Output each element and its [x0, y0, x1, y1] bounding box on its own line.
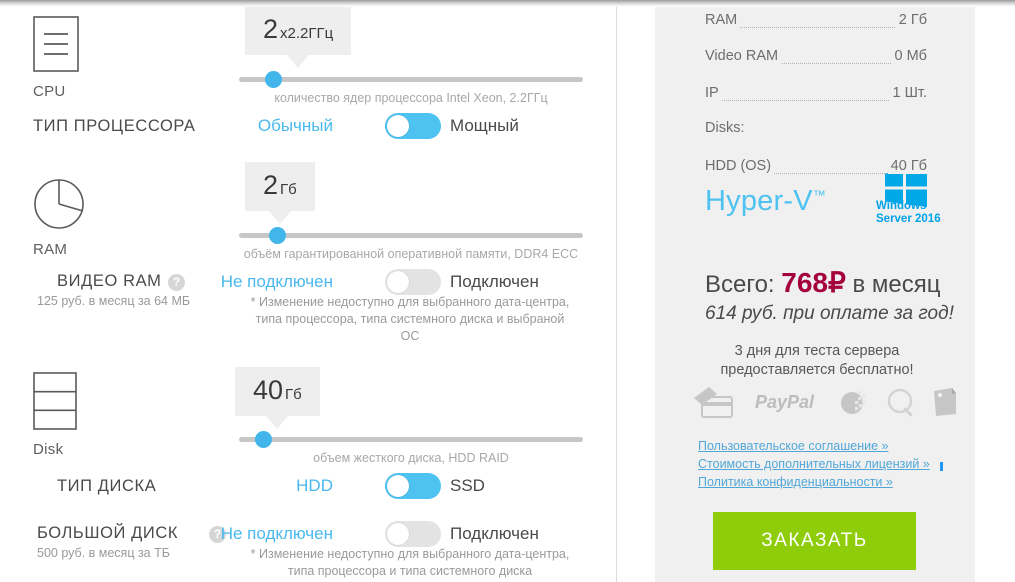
cpu-slider-track[interactable]	[239, 77, 583, 82]
spec-name: RAM	[705, 12, 741, 28]
disk-stack-icon	[33, 372, 190, 435]
ram-slider-knob[interactable]	[268, 227, 286, 244]
ram-value-bubble: 2 Гб	[245, 162, 315, 224]
big-disk-restriction-note: * Изменение недоступно для выбранного да…	[250, 547, 570, 578]
cpu-toggle-knob[interactable]	[387, 115, 409, 137]
disk-value-bubble: 40 Гб	[235, 367, 320, 429]
cpu-bubble-value: 2	[263, 14, 279, 44]
cpu-bubble-unit: x2.2ГГц	[280, 25, 334, 42]
legal-links[interactable]: Пользовательское соглашение » Стоимость д…	[698, 437, 930, 491]
pane-divider	[616, 0, 617, 582]
spec-row: IP 1 Шт.	[705, 85, 927, 105]
cpu-slider-knob[interactable]	[265, 71, 283, 88]
disk-slider-hint: объем жесткого диска, HDD RAID	[313, 451, 509, 465]
cpu-icon-label: CPU	[33, 83, 66, 100]
big-disk-label: БОЛЬШОЙ ДИСК	[37, 524, 179, 542]
disk-size-slider[interactable]	[239, 431, 583, 448]
cpu-chip-icon	[33, 16, 190, 77]
ram-size-slider[interactable]	[239, 227, 583, 244]
spec-row: RAM 2 Гб	[705, 12, 927, 32]
free-trial-note: 3 дня для теста сервера предоставляется …	[683, 342, 951, 380]
spec-name: Video RAM	[705, 48, 782, 64]
configurator-left-pane: CPU 2 x2.2ГГц количество ядер процессора …	[0, 0, 616, 582]
disk-type-label: ТИП ДИСКА	[57, 477, 157, 495]
disk-toggle-left-label[interactable]: HDD	[296, 476, 333, 495]
disk-bubble-value: 40	[253, 375, 284, 405]
payment-methods: PayPal	[693, 383, 956, 425]
ram-icon-label: RAM	[33, 241, 68, 258]
disk-icon-label: Disk	[33, 441, 64, 458]
total-price-line: Всего: 768₽ в месяц	[705, 266, 941, 299]
total-prefix: Всего:	[705, 271, 775, 298]
credit-card-icon	[693, 385, 735, 424]
video-ram-label: ВИДЕО RAM	[57, 272, 162, 290]
video-ram-toggle-left-label[interactable]: Не подключен	[221, 272, 333, 291]
spec-name: HDD (OS)	[705, 158, 775, 174]
cpu-type-label: ТИП ПРОЦЕССОРА	[33, 117, 196, 135]
cpu-cores-slider[interactable]	[239, 71, 583, 88]
webmoney-icon	[838, 388, 868, 423]
big-disk-price-note: 500 руб. в месяц за ТБ	[37, 546, 170, 560]
disk-toggle-knob[interactable]	[387, 475, 409, 497]
cpu-toggle-left-label[interactable]: Обычный	[258, 116, 333, 135]
disk-slider-knob[interactable]	[255, 431, 273, 448]
hypervisor-name: Hyper-V	[705, 185, 813, 217]
spec-row: Disks:	[705, 120, 927, 140]
video-ram-toggle-right-label[interactable]: Подключен	[450, 272, 539, 292]
legal-link[interactable]: Стоимость дополнительных лицензий »	[698, 455, 930, 473]
pie-chart-icon	[33, 178, 190, 235]
free-trial-line-2: предоставляется бесплатно!	[720, 362, 914, 378]
video-ram-toggle-knob[interactable]	[387, 271, 409, 293]
cpu-value-bubble: 2 x2.2ГГц	[245, 6, 352, 68]
summary-panel: RAM 2 Гб Video RAM 0 Мб IP 1 Шт. Disks: HDD (OS…	[655, 0, 975, 582]
ram-slider-hint: объём гарантированной оперативной памяти…	[243, 247, 579, 261]
disk-bubble-unit: Гб	[285, 386, 302, 403]
video-ram-toggle[interactable]	[385, 269, 441, 295]
windows-label-line-1: Windows	[876, 200, 927, 212]
video-ram-help-icon[interactable]: ?	[168, 274, 185, 291]
windows-server-label: Windows Server 2016	[876, 200, 941, 226]
spec-row: Video RAM 0 Мб	[705, 48, 927, 68]
free-trial-line-1: 3 дня для теста сервера	[734, 343, 900, 359]
video-ram-price-note: 125 руб. в месяц за 64 МБ	[37, 294, 191, 308]
spec-name: Disks:	[705, 120, 748, 136]
disk-icon-column: Disk	[0, 372, 190, 458]
order-button[interactable]: ЗАКАЗАТЬ	[713, 512, 916, 570]
cpu-type-toggle[interactable]	[385, 113, 441, 139]
big-disk-toggle[interactable]	[385, 521, 441, 547]
top-shadow	[0, 0, 1015, 7]
disk-type-toggle[interactable]	[385, 473, 441, 499]
total-price-value: 768₽	[781, 267, 846, 298]
big-disk-toggle-knob[interactable]	[387, 523, 409, 545]
configurator-page: CPU 2 x2.2ГГц количество ядер процессора …	[0, 0, 1015, 582]
disk-slider-track[interactable]	[239, 437, 583, 442]
spec-value: 2 Гб	[895, 12, 927, 28]
spec-name: IP	[705, 85, 722, 101]
disk-toggle-right-label[interactable]: SSD	[450, 476, 485, 496]
ram-bubble-unit: Гб	[280, 181, 297, 198]
spec-value: 1 Шт.	[889, 85, 927, 101]
yearly-price-note: 614 руб. при оплате за год!	[705, 303, 954, 324]
scroll-marker	[940, 462, 943, 471]
spec-value: 0 Мб	[891, 48, 927, 64]
ram-bubble-value: 2	[263, 170, 279, 200]
paypal-icon: PayPal	[755, 392, 815, 412]
cpu-toggle-right-label[interactable]: Мощный	[450, 116, 519, 136]
ram-icon-column: RAM	[0, 178, 190, 258]
hypervisor-label: Hyper-V™	[705, 185, 826, 218]
windows-label-line-2: Server 2016	[876, 213, 941, 225]
spec-value: 40 Гб	[887, 158, 927, 174]
ram-slider-track[interactable]	[239, 233, 583, 238]
legal-link[interactable]: Пользовательское соглашение »	[698, 437, 930, 455]
hypervisor-tm: ™	[812, 187, 826, 203]
cpu-icon-column: CPU	[0, 16, 190, 100]
big-disk-toggle-right-label[interactable]: Подключен	[450, 524, 539, 544]
legal-link[interactable]: Политика конфиденциальности »	[698, 473, 930, 491]
qiwi-icon	[885, 387, 917, 424]
yandex-money-icon	[932, 386, 962, 423]
big-disk-toggle-left-label[interactable]: Не подключен	[221, 524, 333, 543]
video-ram-restriction-note: * Изменение недоступно для выбранного да…	[250, 295, 570, 343]
cpu-slider-hint: количество ядер процессора Intel Xeon, 2…	[274, 91, 548, 105]
total-suffix: в месяц	[852, 271, 941, 298]
